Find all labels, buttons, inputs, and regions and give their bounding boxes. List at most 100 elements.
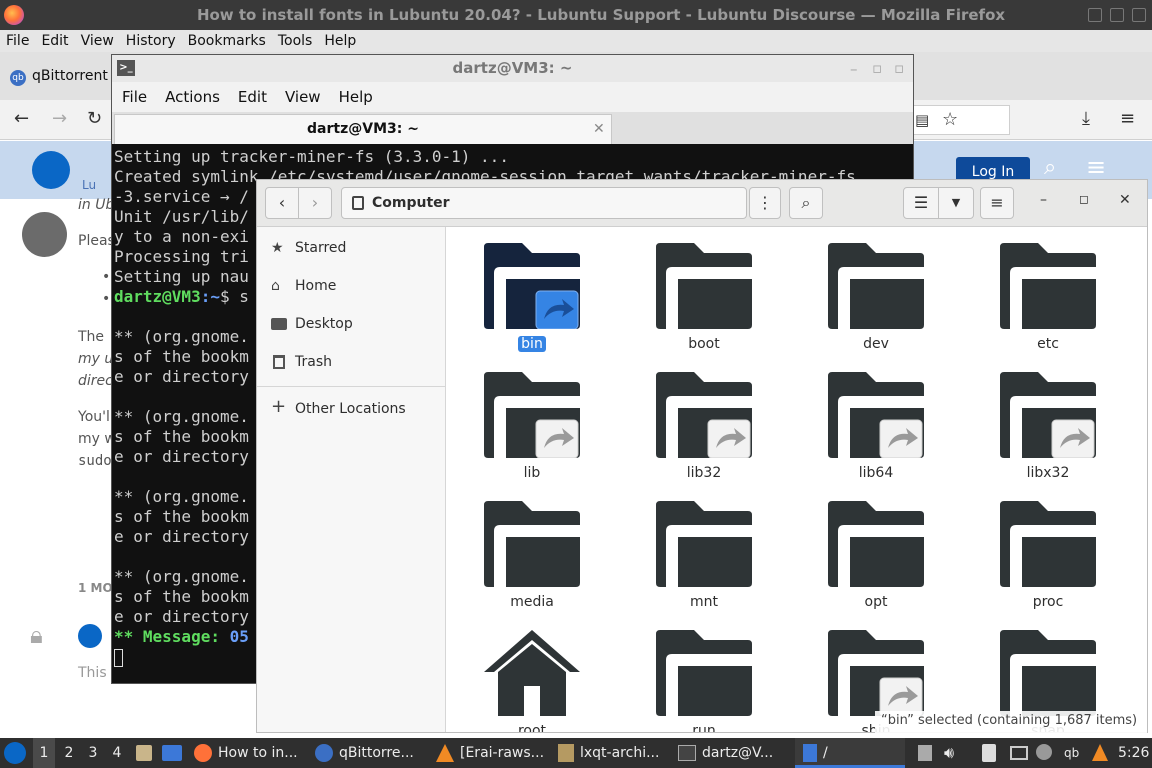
folder-icon <box>1000 243 1096 329</box>
notification-icon[interactable] <box>1036 738 1056 768</box>
location-bar[interactable]: Computer <box>341 187 747 219</box>
clipboard-icon[interactable] <box>982 738 1002 768</box>
terminal-icon <box>678 745 696 761</box>
trash-icon <box>273 355 285 369</box>
menu-edit[interactable]: Edit <box>35 30 74 52</box>
back-icon[interactable]: ← <box>14 108 29 129</box>
file-item-bin[interactable]: bin <box>456 235 608 364</box>
avatar[interactable] <box>78 624 102 648</box>
file-name-label: libx32 <box>1026 465 1070 481</box>
file-name: proc <box>972 594 1124 610</box>
view-list-button[interactable]: ☰ <box>903 187 939 219</box>
sidebar-item-starred[interactable]: ★ Starred <box>257 229 445 267</box>
network-icon[interactable] <box>1010 738 1030 768</box>
menu-file[interactable]: File <box>0 30 35 52</box>
sidebar-item-other-locations[interactable]: + Other Locations <box>257 390 445 428</box>
file-item-mnt[interactable]: mnt <box>628 493 780 622</box>
file-item-dev[interactable]: dev <box>800 235 952 364</box>
bookmark-star-icon[interactable]: ☆ <box>942 109 958 130</box>
task-media[interactable]: [Erai-raws... <box>436 738 552 768</box>
tray-updates-icon[interactable] <box>918 738 934 768</box>
search-button[interactable]: ⌕ <box>789 187 823 219</box>
show-desktop-icon[interactable] <box>162 738 184 768</box>
menu-tools[interactable]: Tools <box>272 30 319 52</box>
task-firefox[interactable]: How to in... <box>194 738 304 768</box>
vlc-tray-icon[interactable] <box>1092 738 1112 768</box>
volume-icon[interactable]: 🔊︎ <box>944 738 966 768</box>
category-badge[interactable]: Lu <box>82 178 96 192</box>
qbittorrent-tray-icon[interactable]: qb <box>1064 738 1086 768</box>
folder-icon <box>656 501 752 587</box>
task-terminal[interactable]: dartz@V... <box>678 738 784 768</box>
avatar[interactable] <box>22 212 67 257</box>
minimize-icon[interactable]: – <box>850 56 858 82</box>
chevron-down-icon: ▼ <box>951 196 961 209</box>
downloads-icon[interactable]: ⤓ <box>1082 108 1090 129</box>
menu-history[interactable]: History <box>120 30 182 52</box>
workspace-3[interactable]: 3 <box>82 738 104 768</box>
maximize-icon[interactable]: ▫ <box>872 55 882 81</box>
file-item-lib64[interactable]: lib64 <box>800 364 952 493</box>
workspace-4[interactable]: 4 <box>106 738 128 768</box>
task-label: lxqt-archi... <box>580 745 660 761</box>
path-menu-button[interactable]: ⋮ <box>749 187 781 219</box>
terminal-window-title: dartz@VM3: ~ <box>452 59 573 77</box>
menu-help[interactable]: Help <box>330 82 382 112</box>
post-text: The <box>78 329 105 345</box>
maximize-icon[interactable] <box>1110 8 1124 22</box>
menu-edit[interactable]: Edit <box>229 82 276 112</box>
minimize-icon[interactable]: – <box>1040 192 1047 208</box>
reload-icon[interactable]: ↻ <box>87 108 102 129</box>
file-item-libx32[interactable]: libx32 <box>972 364 1124 493</box>
sidebar-item-desktop[interactable]: Desktop <box>257 305 445 343</box>
view-options-button[interactable]: ▼ <box>938 187 974 219</box>
main-menu-button[interactable]: ≡ <box>980 187 1014 219</box>
search-icon[interactable]: ⌕ <box>1044 155 1056 180</box>
close-tab-icon[interactable]: ✕ <box>593 115 605 143</box>
terminal-tab[interactable]: dartz@VM3: ~ ✕ <box>114 114 612 144</box>
workspace-1[interactable]: 1 <box>33 738 55 768</box>
folder-icon <box>484 243 580 329</box>
forward-icon[interactable]: → <box>52 108 67 129</box>
menu-bookmarks[interactable]: Bookmarks <box>182 30 272 52</box>
maximize-icon[interactable]: ◻ <box>1079 192 1089 206</box>
reader-view-icon[interactable]: ▤ <box>915 111 929 129</box>
close-icon[interactable]: ▫ <box>894 55 904 81</box>
file-item-opt[interactable]: opt <box>800 493 952 622</box>
tab-qbittorrent[interactable]: qb qBittorrent <box>0 52 112 100</box>
lxqt-menu-icon[interactable] <box>4 738 28 768</box>
workspace-2[interactable]: 2 <box>58 738 80 768</box>
file-item-run[interactable]: run <box>628 622 780 732</box>
file-item-boot[interactable]: boot <box>628 235 780 364</box>
menu-file[interactable]: File <box>112 82 156 112</box>
url-bar[interactable]: ▤ ☆ <box>905 105 1010 135</box>
menu-help[interactable]: Help <box>318 30 362 52</box>
clock[interactable]: 5:26 <box>1118 738 1152 768</box>
back-button[interactable]: ‹ <box>265 187 299 219</box>
file-item-lib32[interactable]: lib32 <box>628 364 780 493</box>
search-icon: ⌕ <box>801 193 811 212</box>
task-files[interactable]: / <box>795 738 905 768</box>
menu-actions[interactable]: Actions <box>156 82 229 112</box>
minimize-icon[interactable] <box>1088 8 1102 22</box>
file-item-root[interactable]: root <box>456 622 608 732</box>
file-item-media[interactable]: media <box>456 493 608 622</box>
file-item-etc[interactable]: etc <box>972 235 1124 364</box>
file-manager-launcher-icon[interactable] <box>136 738 154 768</box>
sidebar-item-trash[interactable]: Trash <box>257 343 445 381</box>
file-item-lib[interactable]: lib <box>456 364 608 493</box>
task-qbittorrent[interactable]: qBittorre... <box>315 738 421 768</box>
menu-view[interactable]: View <box>276 82 330 112</box>
folder-icon <box>484 501 580 587</box>
file-name-label: opt <box>864 594 888 610</box>
menu-view[interactable]: View <box>75 30 120 52</box>
sidebar-item-home[interactable]: ⌂ Home <box>257 267 445 305</box>
close-icon[interactable]: ✕ <box>1119 192 1131 208</box>
task-archiver[interactable]: lxqt-archi... <box>558 738 670 768</box>
app-menu-icon[interactable]: ≡ <box>1120 108 1135 129</box>
forward-button[interactable]: › <box>298 187 332 219</box>
star-icon: ★ <box>271 240 284 256</box>
file-item-proc[interactable]: proc <box>972 493 1124 622</box>
hamburger-icon[interactable]: ≡ <box>1086 153 1106 181</box>
close-icon[interactable] <box>1132 8 1146 22</box>
